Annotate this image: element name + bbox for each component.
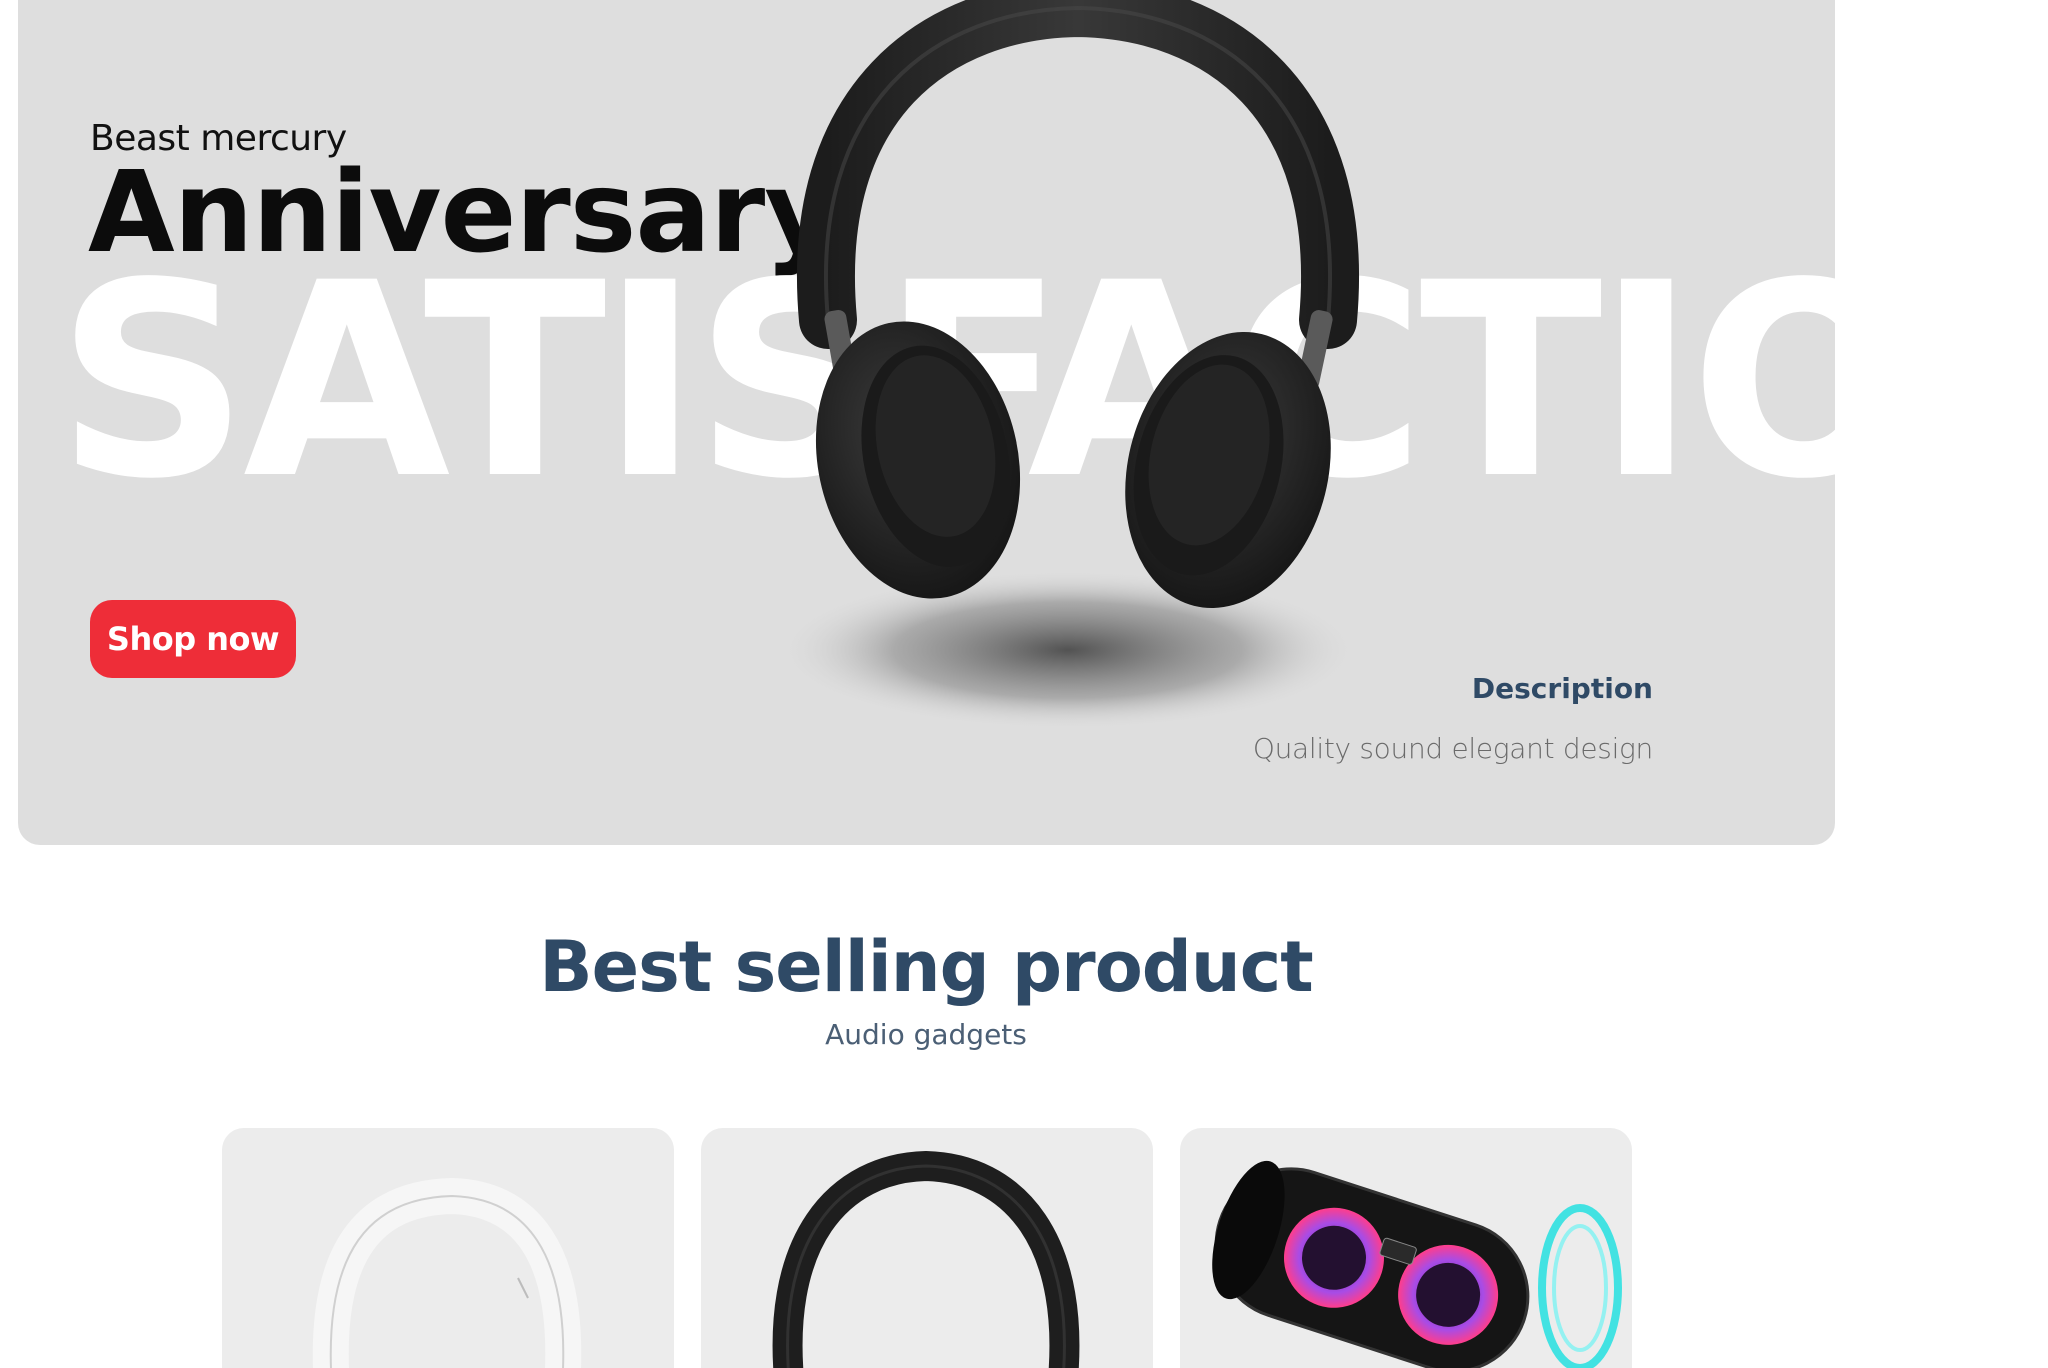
black-headphones-image — [772, 1150, 1080, 1368]
product-card[interactable] — [222, 1128, 674, 1368]
description-text: Quality sound elegant design — [1252, 732, 1653, 765]
speaker-image — [1212, 1160, 1622, 1368]
headphones-hero-image — [778, 0, 1359, 730]
shop-now-button[interactable]: Shop now — [90, 600, 296, 678]
product-card[interactable] — [701, 1128, 1153, 1368]
product-grid — [222, 1128, 1636, 1368]
page: Beast mercury Anniversary SATISFACTIO — [0, 0, 2048, 1368]
hero-banner: Beast mercury Anniversary SATISFACTIO — [18, 0, 1835, 845]
section-subtitle: Audio gadgets — [825, 1018, 1027, 1051]
product-card[interactable] — [1180, 1128, 1632, 1368]
white-headphones-image — [312, 1177, 582, 1368]
section-title: Best selling product — [539, 926, 1313, 1008]
description-label: Description — [1471, 672, 1653, 705]
